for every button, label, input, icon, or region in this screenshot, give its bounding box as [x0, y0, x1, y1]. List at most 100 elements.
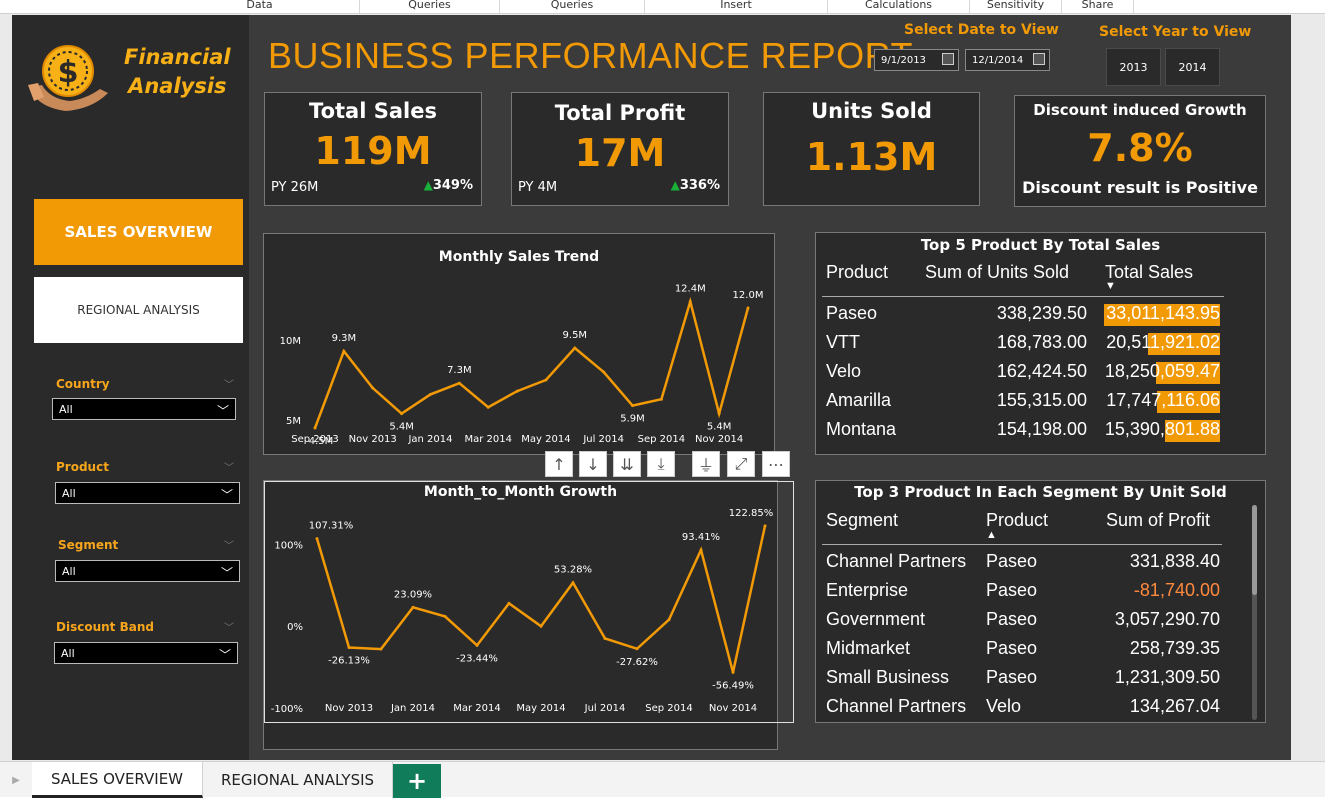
table-row[interactable]: Small Business Paseo 1,231,309.50	[816, 667, 1246, 693]
column-header[interactable]: Sum of Units Sold	[925, 262, 1069, 283]
growth-chart[interactable]: 107.31% -26.13% 23.09% -23.44% 53.28% -27.62%…	[264, 481, 794, 723]
kpi-title: Total Sales	[309, 99, 437, 123]
x-tick-label: Jul 2014	[584, 703, 626, 714]
table-row[interactable]: Amarilla 155,315.00 17,747,116.06	[816, 390, 1246, 416]
filter-icon[interactable]: ⏚	[692, 451, 720, 477]
sort-desc-icon[interactable]: ▼	[1105, 280, 1116, 292]
column-header[interactable]: Product	[826, 262, 888, 283]
x-tick-label: Sep 2014	[645, 703, 692, 714]
table-row[interactable]: Velo 162,424.50 18,250,059.47	[816, 361, 1246, 387]
data-point	[371, 386, 375, 390]
data-point	[475, 643, 479, 647]
table-row[interactable]: Government Paseo 3,057,290.70	[816, 609, 1246, 635]
chevron-down-icon[interactable]: ﹀	[224, 376, 234, 391]
table-row[interactable]: Paseo 338,239.50 33,011,143.95	[816, 303, 1246, 329]
year-button-2014[interactable]: 2014	[1165, 48, 1220, 86]
ribbon-sensitivity[interactable]: Sensitivity	[970, 0, 1062, 13]
report-page: $ Financial Analysis SALES OVERVIEW REGI…	[12, 15, 1291, 760]
calendar-icon[interactable]	[1033, 53, 1045, 65]
ribbon-data[interactable]: Data	[160, 0, 360, 13]
product-dropdown-value: All	[62, 487, 76, 500]
data-label: 23.09%	[394, 589, 432, 600]
table-scrollbar[interactable]	[1252, 505, 1257, 720]
country-dropdown[interactable]: All ﹀	[52, 398, 236, 420]
year-button-2013[interactable]: 2013	[1106, 48, 1161, 86]
ribbon-queries-2[interactable]: Queries	[500, 0, 645, 13]
ribbon-insert[interactable]: Insert	[645, 0, 828, 13]
drill-down-icon[interactable]: ↓	[579, 451, 607, 477]
ribbon-queries[interactable]: Queries	[360, 0, 500, 13]
table-row[interactable]: Midmarket Paseo 258,739.35	[816, 638, 1246, 664]
column-header[interactable]: Total Sales	[1105, 262, 1193, 283]
table-row[interactable]: Channel Partners Paseo 331,838.40	[816, 551, 1246, 577]
ribbon-calculations[interactable]: Calculations	[828, 0, 970, 13]
y-tick-label: 5M	[286, 416, 301, 427]
kpi-growth: ▲349%	[424, 178, 473, 193]
column-header[interactable]: Sum of Profit	[1106, 510, 1210, 531]
data-label: 122.85%	[729, 508, 774, 519]
y-tick-label: 100%	[274, 541, 303, 552]
brand-line2: Analysis	[128, 74, 227, 98]
end-date-input[interactable]: 12/1/2014	[965, 49, 1050, 71]
column-header[interactable]: Product	[986, 510, 1048, 531]
data-point	[699, 548, 703, 552]
nav-regional-analysis[interactable]: REGIONAL ANALYSIS	[34, 277, 243, 343]
up-arrow-icon: ▲	[670, 178, 680, 192]
scrollbar-thumb[interactable]	[1252, 505, 1257, 595]
discount-band-dropdown[interactable]: All ﹀	[54, 642, 238, 664]
table-cell-product: Paseo	[986, 551, 1038, 571]
chevron-down-icon[interactable]: ﹀	[224, 619, 234, 634]
table-cell-segment: Channel Partners	[826, 696, 967, 716]
drill-up-icon[interactable]: ↑	[545, 451, 573, 477]
calendar-icon[interactable]	[942, 53, 954, 65]
tab-regional-analysis[interactable]: REGIONAL ANALYSIS	[203, 762, 393, 798]
data-point	[515, 389, 519, 393]
kpi-value: 17M	[574, 131, 666, 175]
monthly-sales-chart[interactable]: 4.5M9.3M5.4M7.3M9.5M5.9M12.4M5.4M12.0M5M…	[264, 234, 774, 454]
x-tick-label: Mar 2014	[464, 434, 512, 445]
up-arrow-icon: ▲	[423, 178, 433, 192]
kpi-value: 119M	[314, 129, 432, 173]
top3-segment-panel: Top 3 Product In Each Segment By Unit So…	[815, 480, 1266, 723]
more-options-icon[interactable]: ⋯	[762, 451, 790, 477]
page-title: BUSINESS PERFORMANCE REPORT	[268, 35, 913, 76]
table-row[interactable]: Channel Partners Velo 134,267.04	[816, 696, 1246, 722]
sort-asc-icon[interactable]: ▲	[986, 529, 997, 541]
table-cell-sales: 15,390,801.88	[1104, 419, 1220, 439]
table-cell-product: Paseo	[986, 667, 1038, 687]
add-page-button[interactable]: +	[393, 764, 441, 798]
table-row[interactable]: Enterprise Paseo -81,740.00	[816, 580, 1246, 606]
segment-dropdown[interactable]: All ﹀	[55, 560, 240, 582]
kpi-growth-value: 336%	[679, 178, 720, 193]
expand-level-icon[interactable]: ⇊	[613, 451, 641, 477]
data-label: 5.4M	[389, 422, 414, 433]
data-label: 53.28%	[554, 565, 592, 576]
start-date-input[interactable]: 9/1/2013	[874, 49, 959, 71]
kpi-title: Discount induced Growth	[1033, 101, 1247, 119]
table-row[interactable]: Montana 154,198.00 15,390,801.88	[816, 419, 1246, 445]
table-cell-product: Paseo	[986, 638, 1038, 658]
x-tick-label: Jul 2014	[582, 434, 624, 445]
nav-sales-overview[interactable]: SALES OVERVIEW	[34, 199, 243, 265]
table-cell-segment: Midmarket	[826, 638, 911, 658]
product-dropdown[interactable]: All ﹀	[55, 482, 240, 504]
expand-hierarchy-icon[interactable]: ⤓	[647, 451, 675, 477]
chevron-down-icon: ﹀	[216, 404, 229, 418]
column-header[interactable]: Segment	[826, 510, 898, 531]
focus-mode-icon[interactable]: ⤢	[727, 451, 755, 477]
chevron-down-icon[interactable]: ﹀	[224, 459, 234, 474]
kpi-total-profit: Total Profit 17M PY 4M ▲336%	[511, 92, 729, 206]
kpi-title: Total Profit	[554, 101, 686, 125]
chevron-down-icon[interactable]: ﹀	[224, 537, 234, 552]
data-point	[400, 412, 404, 416]
table-cell-product: Paseo	[986, 609, 1038, 629]
tab-scroll-left-icon[interactable]: ▶	[0, 762, 32, 798]
chevron-down-icon: ﹀	[218, 648, 231, 662]
table-cell-segment: Channel Partners	[826, 551, 967, 571]
segment-slicer-label: Segment	[58, 538, 119, 552]
tab-sales-overview[interactable]: SALES OVERVIEW	[32, 762, 203, 798]
data-label: -27.62%	[616, 657, 658, 668]
table-row[interactable]: VTT 168,783.00 20,511,921.02	[816, 332, 1246, 358]
ribbon-share[interactable]: Share	[1062, 0, 1134, 13]
brand-line1: Financial	[124, 45, 231, 69]
